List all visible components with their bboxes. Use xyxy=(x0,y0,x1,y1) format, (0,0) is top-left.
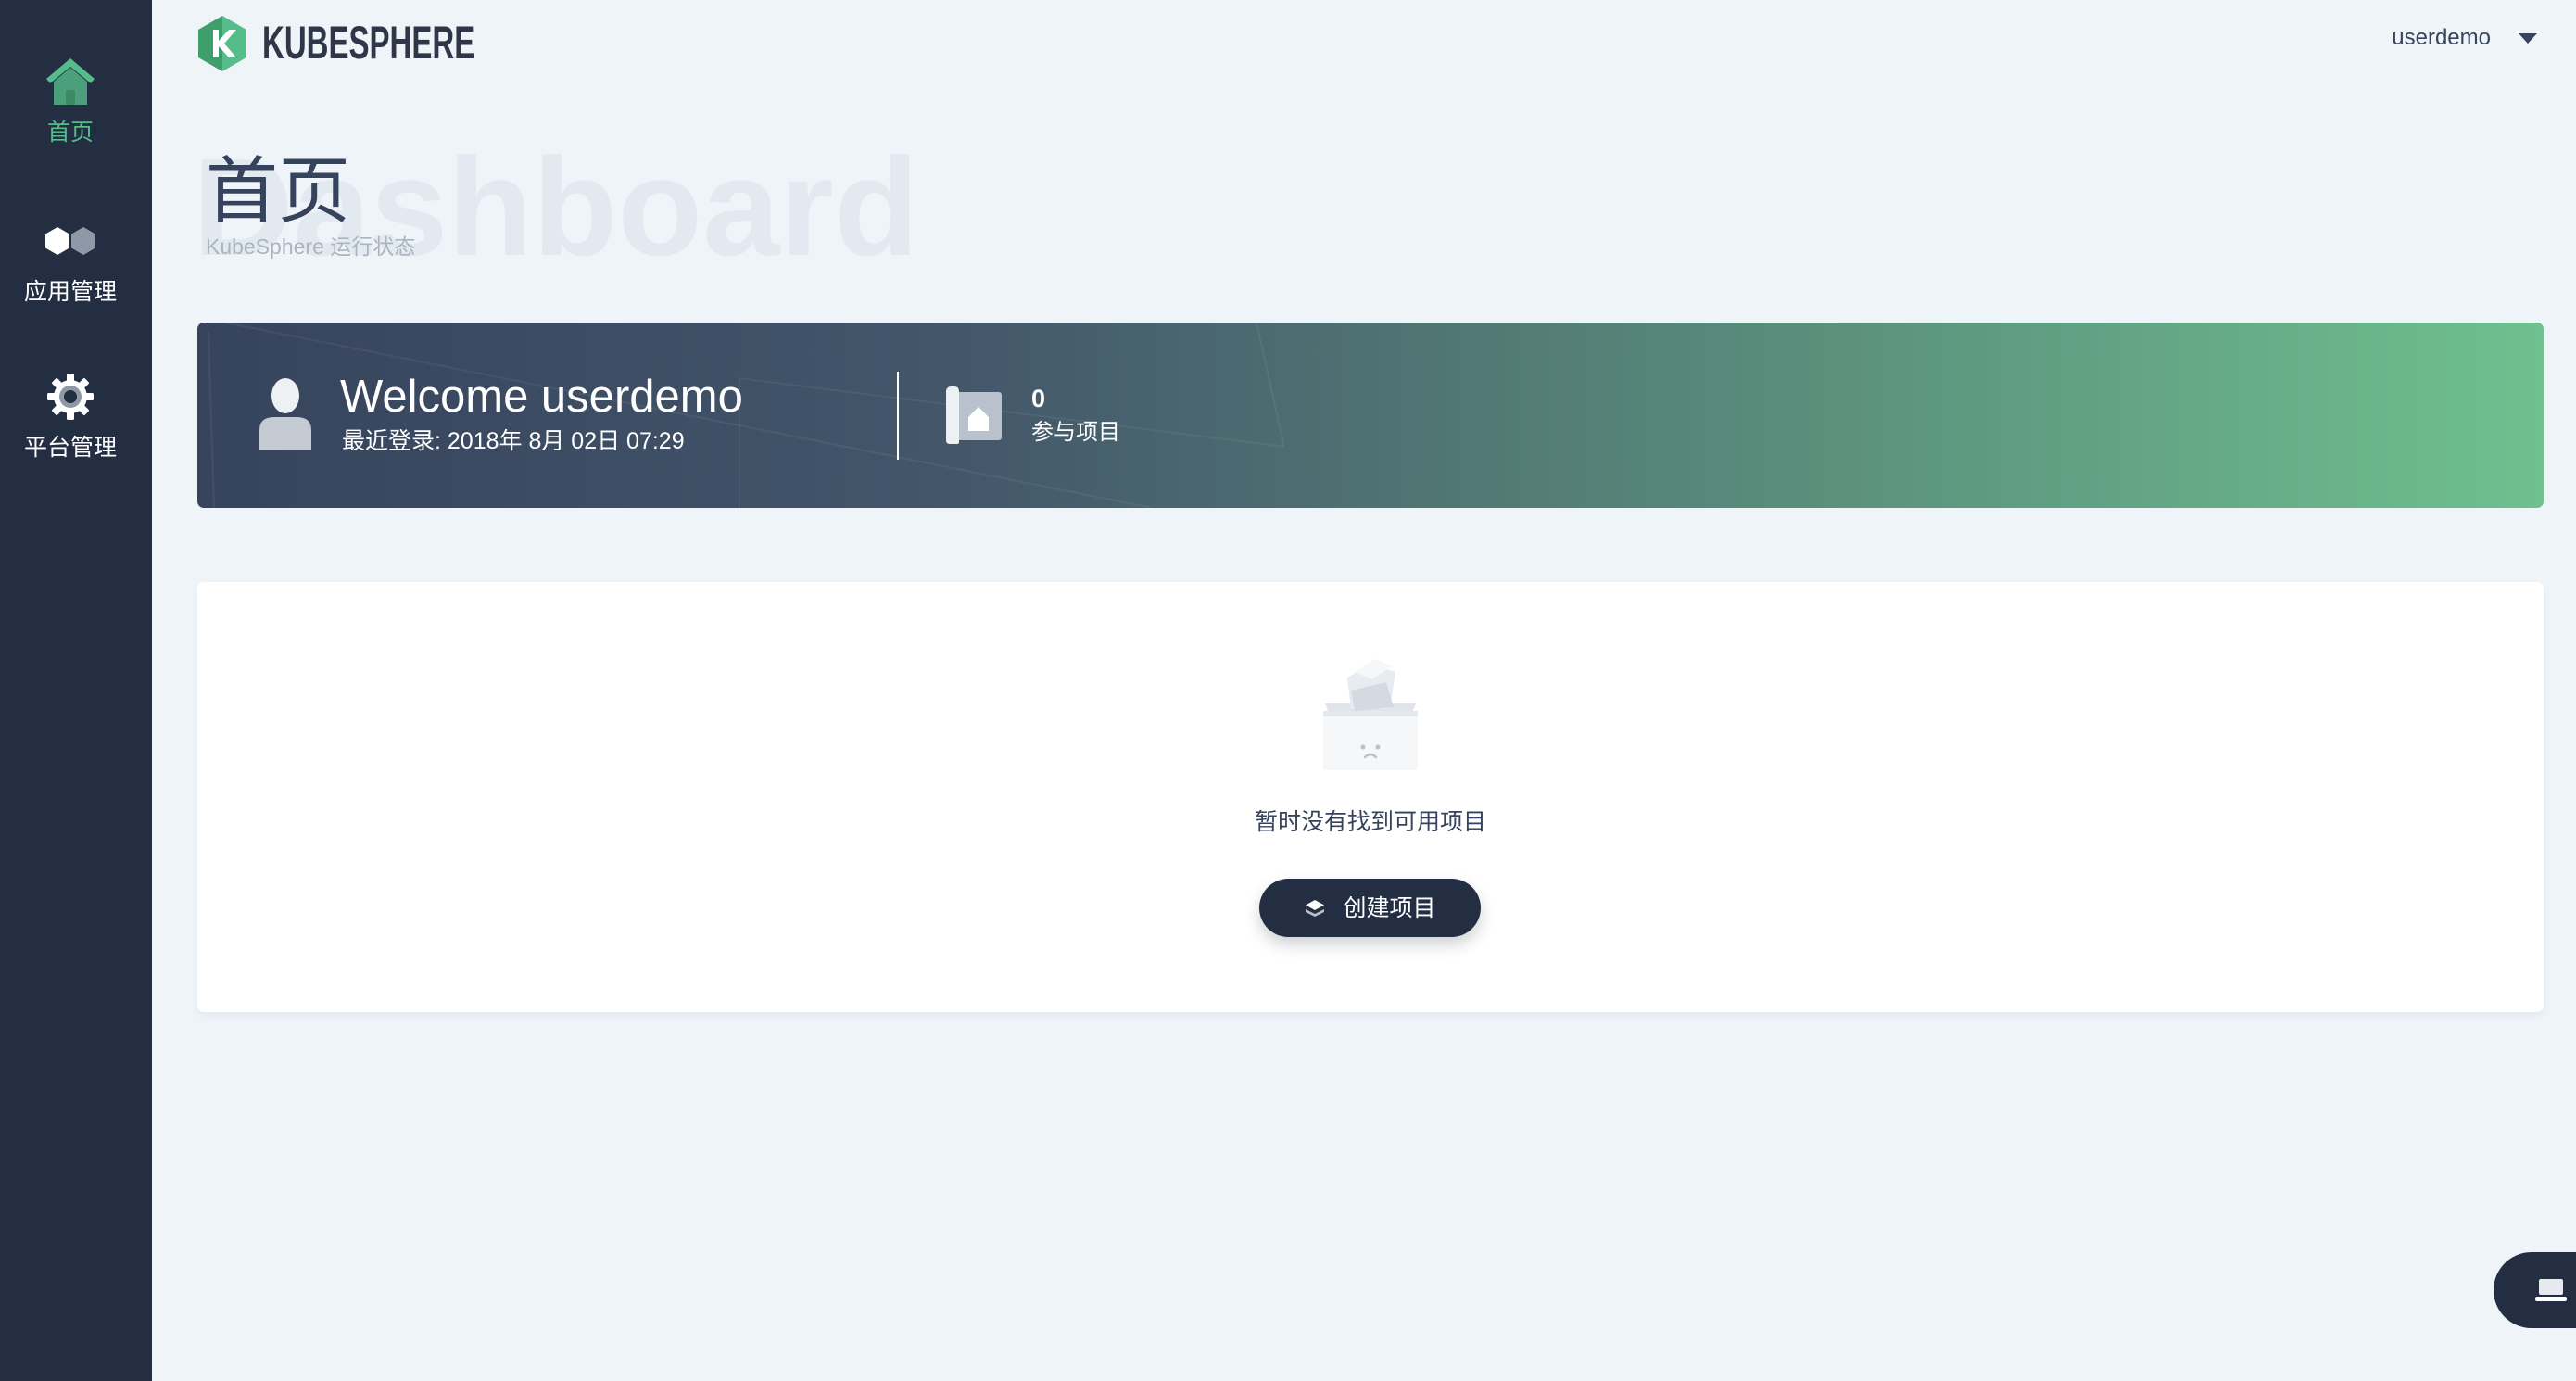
kubesphere-logo[interactable]: KUBESPHERE xyxy=(197,15,494,72)
hexagons-icon xyxy=(0,211,141,271)
create-project-button[interactable]: 创建项目 xyxy=(1259,879,1481,937)
create-project-label: 创建项目 xyxy=(1343,894,1436,921)
sidebar-item-app-management[interactable]: 应用管理 xyxy=(0,211,141,306)
empty-box-icon xyxy=(1323,659,1418,770)
user-menu[interactable]: userdemo xyxy=(2392,22,2537,54)
username: userdemo xyxy=(2392,25,2491,50)
project-count-label: 参与项目 xyxy=(1031,420,1120,445)
layers-icon xyxy=(1306,899,1325,917)
welcome-banner: Welcome userdemo 最近登录: 2018年 8月 02日 07:2… xyxy=(197,323,2544,508)
page-subtitle: KubeSphere 运行状态 xyxy=(206,234,416,259)
floating-toolbox-button[interactable] xyxy=(2494,1252,2576,1328)
banner-divider xyxy=(897,372,899,460)
sidebar: 首页 应用管理 平台管理 xyxy=(0,0,152,1381)
project-icon xyxy=(946,386,1002,444)
page-title: 首页 xyxy=(206,150,351,232)
welcome-greeting: Welcome userdemo xyxy=(340,372,743,422)
sidebar-item-platform-management[interactable]: 平台管理 xyxy=(0,367,141,462)
laptop-icon xyxy=(2535,1279,2567,1301)
sidebar-item-label: 首页 xyxy=(46,120,94,146)
brand-name: KUBESPHERE xyxy=(262,17,475,69)
last-login: 最近登录: 2018年 8月 02日 07:29 xyxy=(342,428,685,454)
gear-icon xyxy=(0,367,141,426)
projects-card: 暂时没有找到可用项目 创建项目 xyxy=(197,582,2544,1012)
project-count: 0 xyxy=(1031,385,1046,412)
home-icon xyxy=(0,52,141,111)
sidebar-item-label: 应用管理 xyxy=(23,279,117,305)
kubesphere-logo-icon xyxy=(198,16,246,71)
empty-state-message: 暂时没有找到可用项目 xyxy=(1254,809,1486,835)
caret-down-icon xyxy=(2519,32,2537,44)
sidebar-item-home[interactable]: 首页 xyxy=(0,52,141,146)
user-avatar-icon xyxy=(259,378,311,450)
sidebar-item-label: 平台管理 xyxy=(23,435,117,461)
